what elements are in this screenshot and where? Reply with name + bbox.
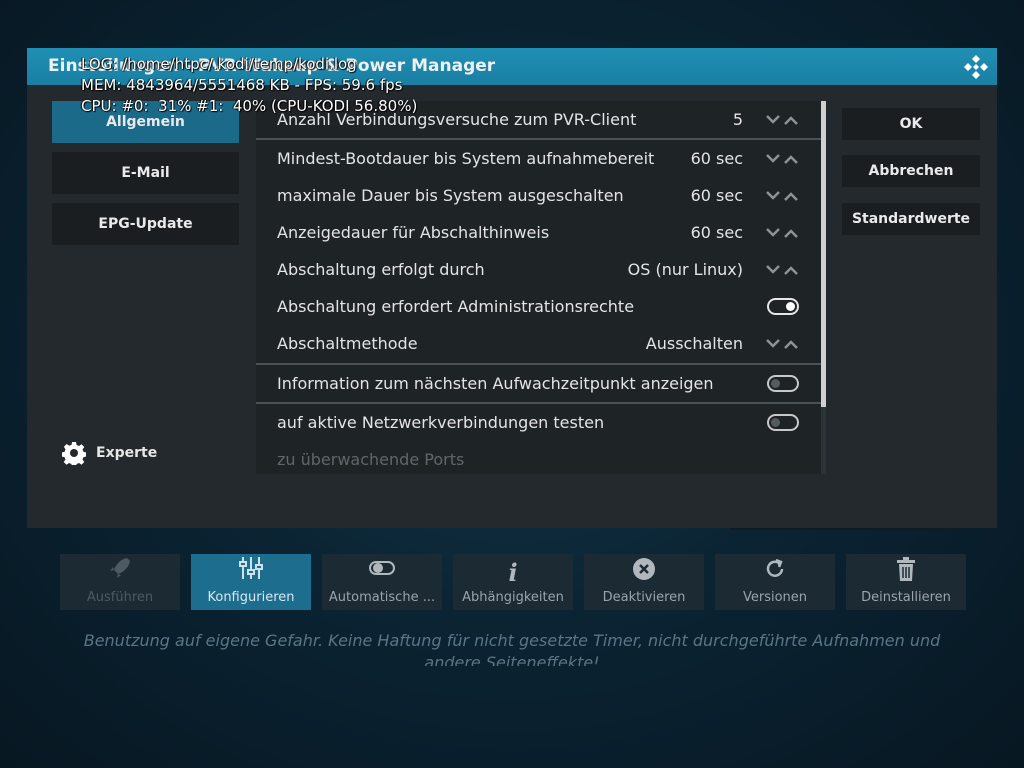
uninstall-label: Deinstallieren [861,590,951,605]
spinner-arrows-icon[interactable] [765,152,799,166]
disable-label: Deaktivieren [602,590,686,605]
defaults-label: Standardwerte [851,211,971,227]
spinner-arrows-icon[interactable] [765,226,799,240]
setting-label: Abschaltung erfordert Administrationsrec… [277,297,635,316]
cancel-button[interactable]: Abbrechen [842,155,980,187]
spinner-arrows-icon[interactable] [765,113,799,127]
disclaimer-text: Benutzung auf eigene Gefahr. Keine Haftu… [83,631,941,666]
category-epg-update[interactable]: EPG-Update [52,203,239,245]
spinner-arrows-icon[interactable] [765,189,799,203]
category-email-label: E-Mail [121,165,170,181]
network-check-toggle[interactable] [767,414,799,431]
setting-value: 60 sec [690,186,743,205]
toggle-icon [368,555,396,586]
toggle-knob [771,418,780,427]
versions-button[interactable]: Versionen [715,554,835,610]
trash-icon [895,557,917,586]
settings-dialog: Einstellungen - PVR Wakeup & Power Manag… [27,48,997,528]
configure-button[interactable]: Konfigurieren [191,554,311,610]
setting-value: OS (nur Linux) [627,260,743,279]
setting-row-next-wakeup-info[interactable]: Information zum nächsten Aufwachzeitpunk… [256,363,826,402]
setting-label: maximale Dauer bis System ausgeschalten [277,186,624,205]
disable-button[interactable]: Deaktivieren [584,554,704,610]
setting-label: Abschaltmethode [277,334,418,353]
toggle-knob [771,379,780,388]
gear-icon [62,442,86,465]
sliders-icon [238,555,264,586]
setting-value: 5 [732,110,743,129]
setting-row-min-boot-time[interactable]: Mindest-Bootdauer bis System aufnahmeber… [256,138,826,177]
setting-row-network-check[interactable]: auf aktive Netzwerkverbindungen testen [256,402,826,441]
toggle-knob [786,302,795,311]
settings-list: Anzahl Verbindungsversuche zum PVR-Clien… [256,101,826,474]
setting-row-max-shutdown-time[interactable]: maximale Dauer bis System ausgeschalten … [256,177,826,214]
cancel-label: Abbrechen [868,163,954,179]
category-epg-update-label: EPG-Update [98,216,193,232]
auto-update-button[interactable]: Automatische ... [322,554,442,610]
setting-value: 60 sec [690,149,743,168]
ok-label: OK [899,116,923,132]
refresh-icon [763,557,787,586]
run-button[interactable]: Ausführen [60,554,180,610]
debug-log-line: LOG: /home/htpc/.kodi/temp/kodi.log [81,55,357,73]
auto-update-label: Automatische ... [328,590,436,605]
uninstall-button[interactable]: Deinstallieren [846,554,966,610]
kodi-logo-icon [964,55,988,79]
rocket-icon [107,555,133,586]
versions-label: Versionen [742,590,808,605]
spinner-arrows-icon[interactable] [765,337,799,351]
dependencies-button[interactable]: i Abhängigkeiten [453,554,573,610]
addon-toolbar: Ausführen Konfigurieren Automatische ...… [60,554,970,610]
category-email[interactable]: E-Mail [52,152,239,194]
next-wakeup-info-toggle[interactable] [767,375,799,392]
setting-label: Anzeigedauer für Abschalthinweis [277,223,550,242]
debug-mem-line: MEM: 4843964/5551468 KB - FPS: 59.6 fps [81,76,403,94]
run-label: Ausführen [86,590,154,605]
setting-value: 60 sec [690,223,743,242]
setting-label: Abschaltung erfolgt durch [277,260,485,279]
settings-level-button[interactable]: Experte [62,441,157,465]
defaults-button[interactable]: Standardwerte [842,203,980,235]
debug-cpu-line: CPU: #0: 31% #1: 40% (CPU-KODI 56.80%) [81,97,418,115]
admin-rights-toggle[interactable] [767,298,799,315]
setting-label: auf aktive Netzwerkverbindungen testen [277,413,605,432]
setting-label: Information zum nächsten Aufwachzeitpunk… [277,374,714,393]
setting-row-admin-rights[interactable]: Abschaltung erfordert Administrationsrec… [256,288,826,325]
settings-scrollbar-thumb[interactable] [821,101,826,407]
setting-label: Mindest-Bootdauer bis System aufnahmeber… [277,149,655,168]
setting-label: zu überwachende Ports [277,450,465,469]
dependencies-label: Abhängigkeiten [462,590,564,605]
debug-overlay: LOG: /home/htpc/.kodi/temp/kodi.log MEM: … [81,54,417,117]
ok-button[interactable]: OK [842,108,980,140]
close-circle-icon [632,557,656,586]
spinner-arrows-icon[interactable] [765,263,799,277]
setting-value: Ausschalten [645,334,743,353]
configure-label: Konfigurieren [207,590,295,605]
settings-level-label: Experte [96,445,158,461]
setting-row-monitored-ports: zu überwachende Ports [256,441,826,474]
info-icon: i [508,558,518,587]
setting-row-shutdown-by[interactable]: Abschaltung erfolgt durch OS (nur Linux) [256,251,826,288]
setting-row-shutdown-notice-duration[interactable]: Anzeigedauer für Abschalthinweis 60 sec [256,214,826,251]
setting-row-shutdown-method[interactable]: Abschaltmethode Ausschalten [256,325,826,362]
